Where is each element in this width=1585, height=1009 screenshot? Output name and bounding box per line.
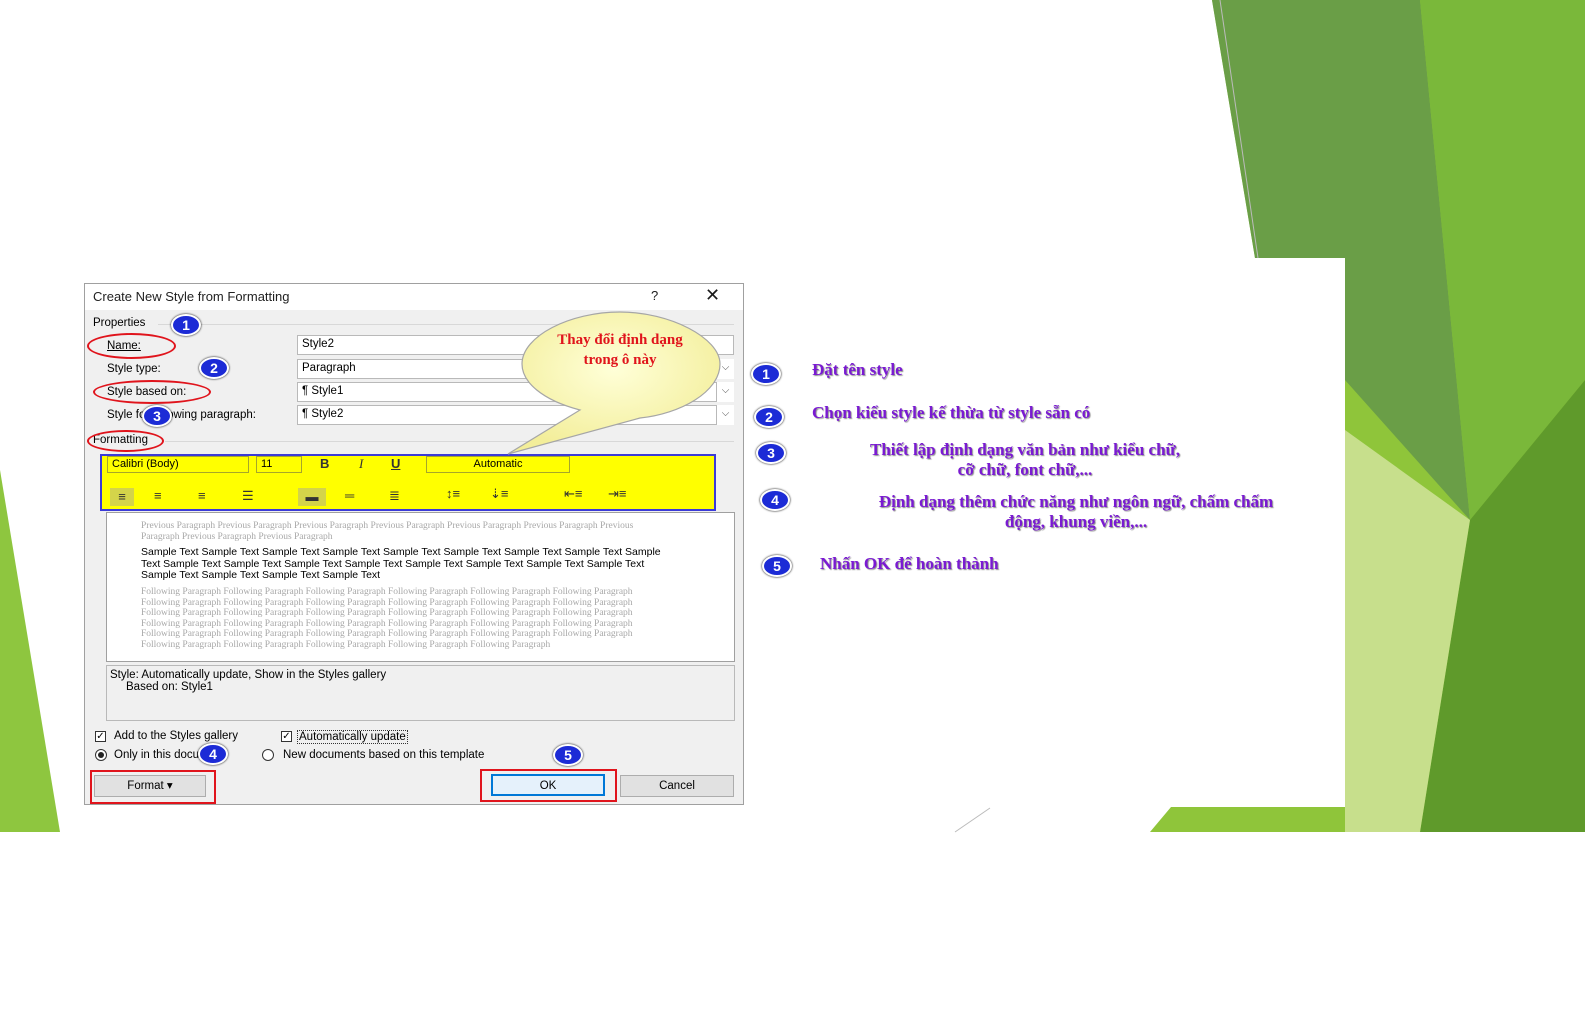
decrease-indent-icon[interactable]: ⇤≡ (564, 486, 582, 502)
dialog-title: Create New Style from Formatting (93, 289, 290, 304)
badge-2: 2 (199, 357, 229, 379)
based-on-highlight-oval (93, 380, 211, 404)
font-color-select[interactable]: Automatic (426, 456, 570, 473)
badge-3: 3 (142, 405, 172, 427)
note-3-line: Thiết lập định dạng văn bản như kiểu chữ… (869, 440, 1180, 459)
preview-previous-paragraph: Previous Paragraph Previous Paragraph Pr… (141, 521, 634, 542)
decrease-paragraph-spacing-icon[interactable]: ⇣≡ (490, 486, 508, 502)
callout-text: Thay đổi định dạng trong ô này (557, 332, 683, 368)
cancel-button[interactable]: Cancel (620, 775, 734, 797)
badge-1: 1 (171, 314, 201, 336)
font-size-select[interactable]: 11 (256, 456, 302, 473)
note-4-text: Định dạng thêm chức năng như ngôn ngữ, c… (808, 492, 1344, 532)
decor-line (954, 807, 991, 833)
note-5-text: Nhấn OK để hoàn thành (820, 554, 999, 573)
increase-paragraph-spacing-icon[interactable]: ↕≡ (446, 486, 460, 501)
new-documents-label: New documents based on this template (283, 749, 485, 761)
format-button-highlight (90, 770, 216, 804)
preview-following-paragraph: Following Paragraph Following Paragraph … (141, 587, 633, 650)
single-spacing-icon[interactable]: ▬ (298, 488, 326, 506)
note-3-line: cỡ chữ, font chữ,... (957, 460, 1093, 479)
font-select[interactable]: Calibri (Body) (107, 456, 249, 473)
note-3-text: Thiết lập định dạng văn bản như kiểu chữ… (800, 440, 1250, 480)
note-badge-2: 2 (754, 406, 784, 428)
new-documents-radio[interactable] (262, 749, 274, 761)
note-1-text: Đặt tên style (812, 360, 903, 379)
italic-button[interactable]: I (359, 456, 363, 472)
underline-button[interactable]: U (391, 456, 400, 471)
note-2-text: Chọn kiểu style kế thừa từ style sẵn có (812, 403, 1091, 422)
badge-5: 5 (553, 744, 583, 766)
preview-sample-text: Sample Text Sample Text Sample Text Samp… (141, 546, 661, 582)
align-left-icon[interactable]: ≡ (110, 488, 134, 506)
bold-button[interactable]: B (320, 456, 329, 471)
auto-update-checkbox[interactable]: ✓ (281, 731, 292, 742)
align-right-icon[interactable]: ≡ (198, 488, 206, 503)
properties-section-label: Properties (93, 317, 146, 329)
style-description: Style: Automatically update, Show in the… (106, 665, 735, 721)
badge-4: 4 (198, 743, 228, 765)
following-paragraph-label: Style for following paragraph: (107, 409, 256, 421)
auto-update-label: Automatically update (297, 730, 408, 744)
note-badge-1: 1 (751, 363, 781, 385)
close-icon[interactable]: ✕ (705, 285, 720, 306)
description-line: Style: Automatically update, Show in the… (110, 669, 387, 681)
style-type-label: Style type: (107, 363, 161, 375)
left-green-shape (0, 470, 60, 832)
align-center-icon[interactable]: ≡ (154, 488, 162, 503)
description-line: Based on: Style1 (126, 681, 213, 693)
dialog-titlebar: Create New Style from Formatting ? ✕ (85, 284, 743, 310)
style-preview: Previous Paragraph Previous Paragraph Pr… (106, 512, 735, 662)
note-badge-3: 3 (756, 442, 786, 464)
justify-icon[interactable]: ☰ (242, 488, 254, 504)
note-4-line: Định dạng thêm chức năng như ngôn ngữ, c… (878, 492, 1274, 511)
one-half-spacing-icon[interactable]: ═ (345, 488, 354, 503)
name-highlight-oval (87, 333, 176, 359)
help-icon[interactable]: ? (651, 288, 658, 303)
note-badge-4: 4 (760, 489, 790, 511)
annotation-panel (756, 258, 1345, 807)
only-this-document-radio[interactable] (95, 749, 107, 761)
note-4-line: động, khung viền,... (1004, 512, 1148, 531)
double-spacing-icon[interactable]: ≣ (389, 488, 400, 504)
formatting-highlight-oval (87, 430, 164, 452)
ok-button-highlight (480, 769, 617, 802)
add-gallery-label: Add to the Styles gallery (114, 730, 239, 742)
add-gallery-checkbox[interactable]: ✓ (95, 731, 106, 742)
note-badge-5: 5 (762, 555, 792, 577)
increase-indent-icon[interactable]: ⇥≡ (608, 486, 626, 502)
